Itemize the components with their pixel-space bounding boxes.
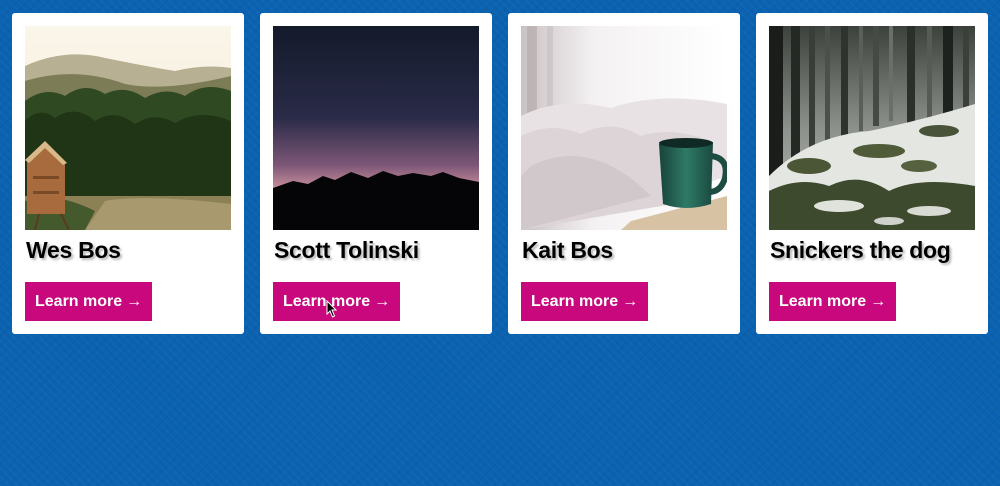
card-image-coffee-mug	[521, 26, 727, 230]
card-title: Snickers the dog	[770, 237, 951, 263]
arrow-right-icon: →	[622, 292, 639, 310]
learn-more-label: Learn more	[531, 293, 619, 310]
card-snickers-the-dog: Snickers the dog Learn more →	[756, 13, 988, 334]
card-image-snowy-forest	[769, 26, 975, 230]
learn-more-label: Learn more	[283, 293, 371, 310]
page-background: Wes Bos Learn more → Scott Tolinski Lear…	[0, 0, 1000, 486]
learn-more-button[interactable]: Learn more →	[521, 282, 649, 321]
card-image-sunset-silhouette	[273, 26, 479, 230]
card-kait-bos: Kait Bos Learn more →	[508, 13, 740, 334]
learn-more-label: Learn more	[779, 293, 867, 310]
arrow-right-icon: →	[126, 292, 143, 310]
card-wes-bos: Wes Bos Learn more →	[12, 13, 244, 334]
card-title: Wes Bos	[26, 237, 121, 263]
card-title: Kait Bos	[522, 237, 613, 263]
learn-more-button[interactable]: Learn more →	[25, 282, 153, 321]
card-title: Scott Tolinski	[274, 237, 419, 263]
arrow-right-icon: →	[374, 292, 391, 310]
learn-more-button[interactable]: Learn more →	[769, 282, 897, 321]
learn-more-button[interactable]: Learn more →	[273, 282, 401, 321]
learn-more-label: Learn more	[35, 293, 123, 310]
card-scott-tolinski: Scott Tolinski Learn more →	[260, 13, 492, 334]
arrow-right-icon: →	[870, 292, 887, 310]
card-image-mountain-cabin	[25, 26, 231, 230]
